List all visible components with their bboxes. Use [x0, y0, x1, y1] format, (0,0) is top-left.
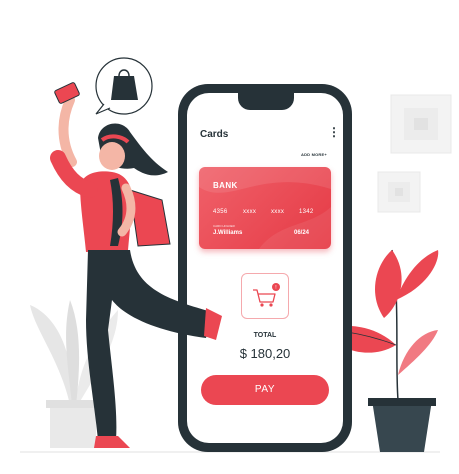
pants	[86, 250, 212, 440]
illustration-scene: Cards ⋮ ADD MORE+ BANK 4356 xxxx xxxx 13…	[0, 0, 459, 474]
thought-bubble	[95, 57, 153, 115]
shopping-bag-side	[129, 189, 171, 247]
left-shoe	[94, 436, 130, 448]
shopping-bag-icon	[111, 76, 138, 100]
face	[99, 142, 125, 170]
woman-figure	[50, 57, 222, 448]
handheld-phone-icon	[54, 82, 80, 104]
right-shoe	[204, 308, 222, 340]
